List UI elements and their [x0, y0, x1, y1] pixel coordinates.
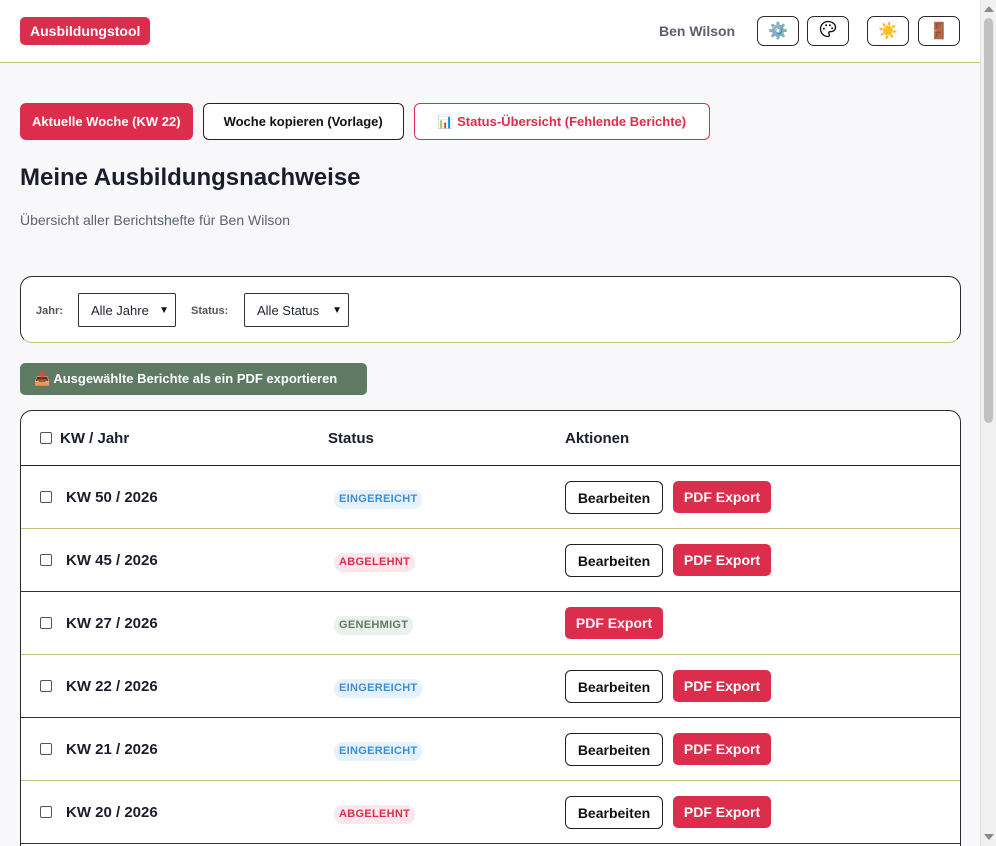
scroll-down-arrow-icon[interactable] — [984, 834, 994, 840]
status-filter-label: Status: — [191, 305, 229, 317]
year-filter-value: Alle Jahre — [91, 302, 149, 318]
table-row: KW 22 / 2026 EINGEREICHT Bearbeiten PDF Exp… — [21, 655, 960, 718]
row-select-checkbox[interactable] — [40, 680, 52, 692]
current-week-button[interactable]: Aktuelle Woche (KW 22) — [20, 103, 193, 140]
theme-palette-button[interactable] — [807, 16, 849, 46]
copy-week-button[interactable]: Woche kopieren (Vorlage) — [202, 103, 404, 140]
status-filter-value: Alle Status — [257, 302, 320, 318]
theme-toggle-button[interactable]: ☀️ — [867, 16, 909, 46]
action-button-row: Aktuelle Woche (KW 22) Woche kopieren (V… — [20, 103, 710, 140]
row-kw-year: KW 27 / 2026 — [66, 615, 158, 632]
row-select-checkbox[interactable] — [40, 743, 52, 755]
row-kw-year: KW 50 / 2026 — [66, 489, 158, 506]
status-badge: ABGELEHNT — [334, 553, 416, 572]
status-filter-select[interactable]: Alle Status ▼ — [244, 293, 349, 327]
status-badge: EINGEREICHT — [334, 490, 423, 509]
scroll-thumb[interactable] — [984, 18, 993, 423]
row-select-checkbox[interactable] — [40, 491, 52, 503]
edit-button[interactable]: Bearbeiten — [565, 481, 663, 514]
status-overview-button[interactable]: 📊 Status-Übersicht (Fehlende Berichte) — [413, 103, 710, 140]
settings-button[interactable]: ⚙️ — [757, 16, 799, 46]
brand-logo[interactable]: Ausbildungstool — [20, 17, 151, 45]
table-header: KW / Jahr Status Aktionen — [21, 411, 960, 466]
edit-button[interactable]: Bearbeiten — [565, 544, 663, 577]
pdf-export-button[interactable]: PDF Export — [565, 607, 663, 639]
row-select-checkbox[interactable] — [40, 806, 52, 818]
table-row: KW 20 / 2026 ABGELEHNT Bearbeiten PDF Expor… — [21, 781, 960, 844]
page-subtitle: Übersicht aller Berichtshefte für Ben Wi… — [20, 212, 290, 228]
pdf-export-button[interactable]: PDF Export — [673, 796, 771, 828]
palette-icon — [819, 20, 837, 43]
column-header-actions: Aktionen — [565, 430, 630, 447]
export-selected-pdf-button[interactable]: 📥 Ausgewählte Berichte als ein PDF expor… — [20, 363, 367, 395]
column-header-kw: KW / Jahr — [60, 430, 130, 447]
sun-icon: ☀️ — [878, 23, 898, 40]
status-badge: ABGELEHNT — [334, 805, 416, 824]
edit-button[interactable]: Bearbeiten — [565, 796, 663, 829]
row-kw-year: KW 20 / 2026 — [66, 804, 158, 821]
door-icon: 🚪 — [929, 23, 949, 40]
table-row: KW 21 / 2026 EINGEREICHT Bearbeiten PDF Exp… — [21, 718, 960, 781]
user-name: Ben Wilson — [659, 23, 736, 39]
status-badge: GENEHMIGT — [334, 616, 414, 635]
row-select-checkbox[interactable] — [40, 554, 52, 566]
status-badge: EINGEREICHT — [334, 679, 423, 698]
row-select-checkbox[interactable] — [40, 617, 52, 629]
pdf-export-button[interactable]: PDF Export — [673, 481, 771, 513]
pdf-export-button[interactable]: PDF Export — [673, 733, 771, 765]
table-row: KW 27 / 2026 GENEHMIGT PDF Export — [21, 592, 960, 655]
column-header-status: Status — [328, 430, 374, 447]
status-badge: EINGEREICHT — [334, 742, 423, 761]
edit-button[interactable]: Bearbeiten — [565, 670, 663, 703]
filter-panel: Jahr: Alle Jahre ▼ Status: Alle Status ▼ — [20, 276, 961, 343]
logout-button[interactable]: 🚪 — [918, 16, 960, 46]
reports-table: KW / Jahr Status Aktionen KW 50 / 2026 EI… — [20, 410, 961, 846]
edit-button[interactable]: Bearbeiten — [565, 733, 663, 766]
pdf-export-button[interactable]: PDF Export — [673, 670, 771, 702]
pdf-export-button[interactable]: PDF Export — [673, 544, 771, 576]
row-kw-year: KW 45 / 2026 — [66, 552, 158, 569]
row-kw-year: KW 21 / 2026 — [66, 741, 158, 758]
table-row: KW 50 / 2026 EINGEREICHT Bearbeiten PDF Exp… — [21, 466, 960, 529]
table-row: KW 45 / 2026 ABGELEHNT Bearbeiten PDF Expor… — [21, 529, 960, 592]
year-filter-label: Jahr: — [36, 305, 63, 317]
page-title: Meine Ausbildungsnachweise — [20, 164, 361, 191]
year-filter-select[interactable]: Alle Jahre ▼ — [78, 293, 176, 327]
top-navigation-bar: Ausbildungstool Ben Wilson ⚙️ ☀️ 🚪 — [0, 0, 980, 63]
chevron-down-icon: ▼ — [159, 305, 169, 316]
select-all-checkbox[interactable] — [40, 432, 52, 444]
gear-icon: ⚙️ — [768, 23, 788, 40]
chevron-down-icon: ▼ — [332, 305, 342, 316]
scroll-up-arrow-icon[interactable] — [984, 6, 994, 12]
row-kw-year: KW 22 / 2026 — [66, 678, 158, 695]
page-scrollbar[interactable] — [980, 0, 996, 846]
